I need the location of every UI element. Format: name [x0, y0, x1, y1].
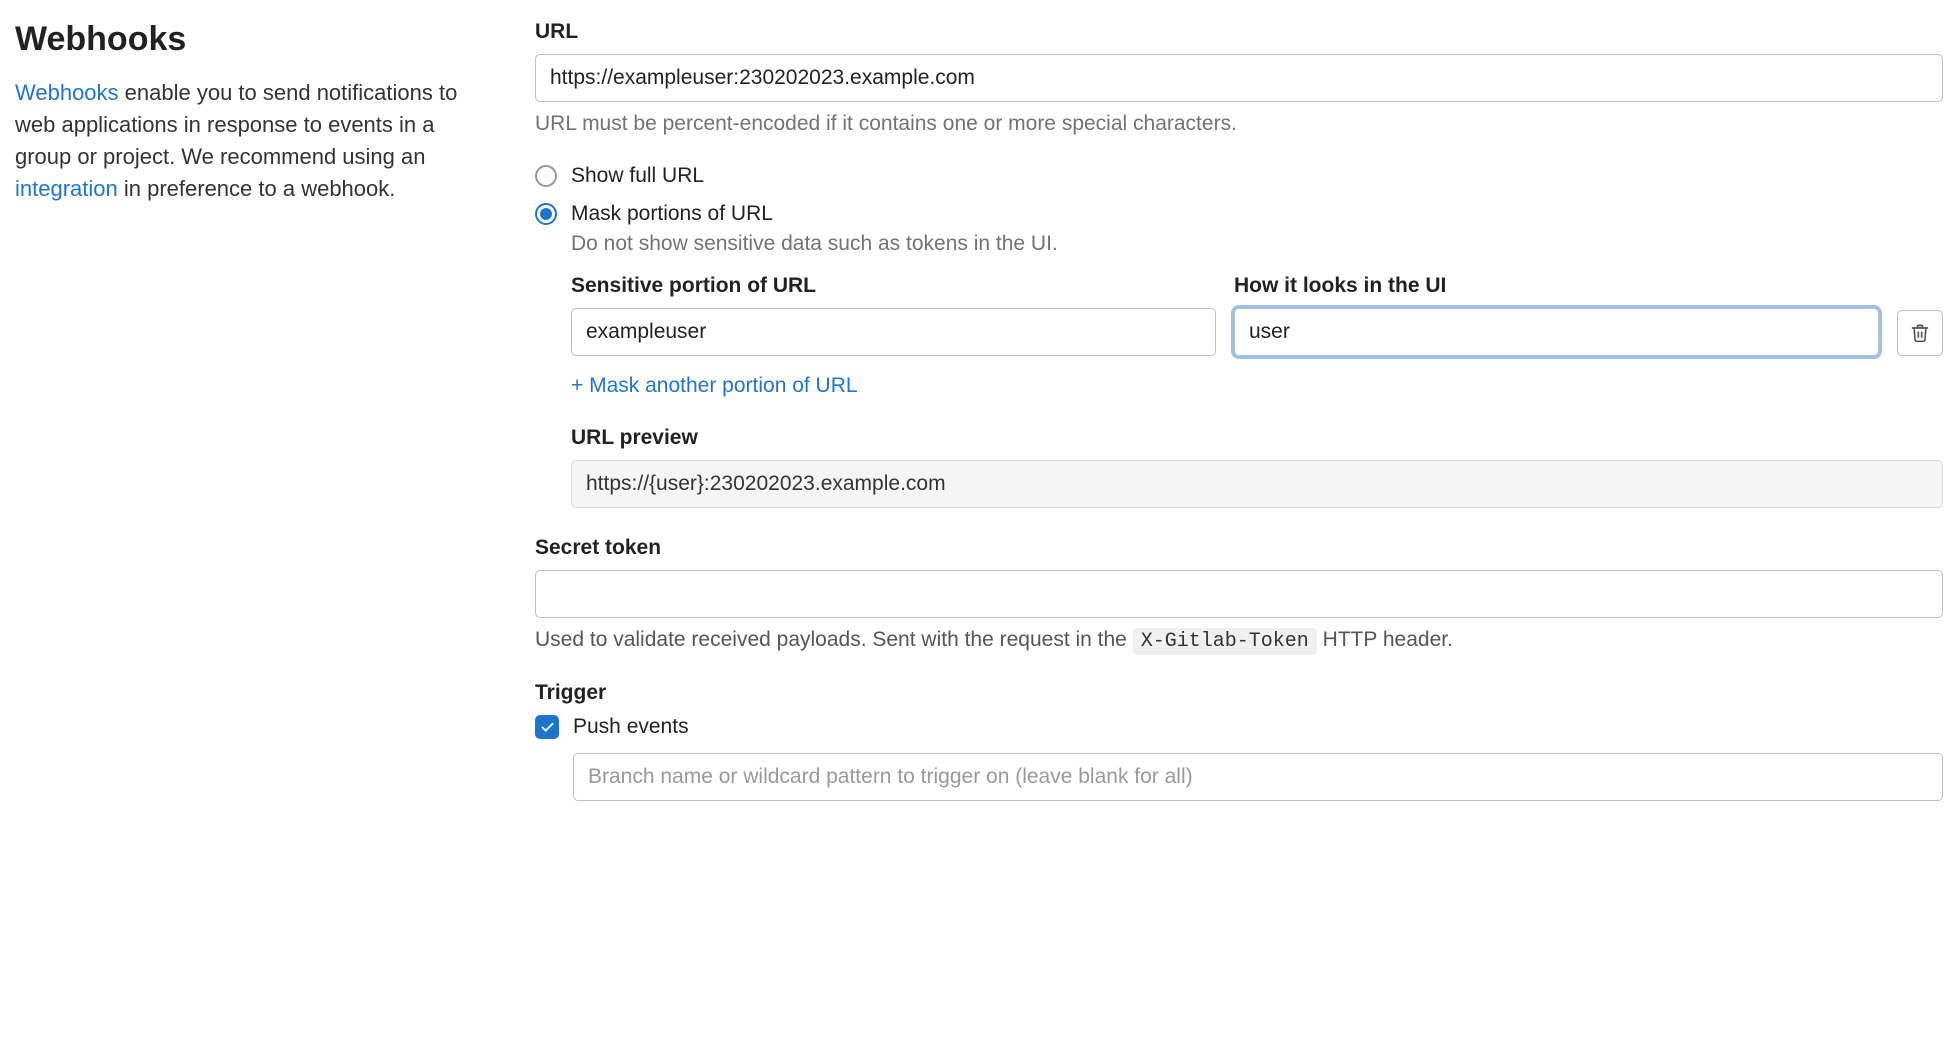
integration-link[interactable]: integration	[15, 176, 118, 201]
ui-look-label: How it looks in the UI	[1234, 274, 1879, 298]
trash-icon	[1910, 323, 1930, 343]
radio-mask-url[interactable]	[535, 203, 557, 225]
secret-token-label: Secret token	[535, 536, 1943, 560]
radio-mask-helper: Do not show sensitive data such as token…	[571, 232, 1943, 256]
add-mask-link[interactable]: + Mask another portion of URL	[571, 374, 858, 398]
secret-token-helper: Used to validate received payloads. Sent…	[535, 628, 1943, 653]
branch-pattern-input[interactable]	[573, 753, 1943, 801]
url-preview-label: URL preview	[571, 426, 1943, 450]
radio-selected-dot	[540, 208, 552, 220]
sensitive-portion-label: Sensitive portion of URL	[571, 274, 1216, 298]
webhooks-link[interactable]: Webhooks	[15, 80, 119, 105]
intro-part2: in preference to a webhook.	[118, 176, 396, 201]
url-input[interactable]	[535, 54, 1943, 102]
secret-helper-text-b: HTTP header.	[1317, 628, 1453, 651]
secret-helper-text-a: Used to validate received payloads. Sent…	[535, 628, 1133, 651]
radio-mask-url-label[interactable]: Mask portions of URL	[571, 202, 773, 226]
url-preview-box: https://{user}:230202023.example.com	[571, 460, 1943, 508]
page-title: Webhooks	[15, 20, 495, 59]
check-icon	[540, 720, 555, 735]
intro-text: Webhooks enable you to send notification…	[15, 77, 495, 205]
ui-look-input[interactable]	[1234, 308, 1879, 356]
delete-mask-button[interactable]	[1897, 310, 1943, 356]
secret-token-input[interactable]	[535, 570, 1943, 618]
trigger-label: Trigger	[535, 681, 1943, 705]
radio-show-full-url[interactable]	[535, 165, 557, 187]
radio-show-full-url-label[interactable]: Show full URL	[571, 164, 704, 188]
push-events-checkbox[interactable]	[535, 715, 559, 739]
push-events-label[interactable]: Push events	[573, 715, 689, 739]
url-helper-text: URL must be percent-encoded if it contai…	[535, 112, 1943, 136]
url-label: URL	[535, 20, 1943, 44]
sensitive-portion-input[interactable]	[571, 308, 1216, 356]
secret-header-code: X-Gitlab-Token	[1133, 628, 1317, 655]
